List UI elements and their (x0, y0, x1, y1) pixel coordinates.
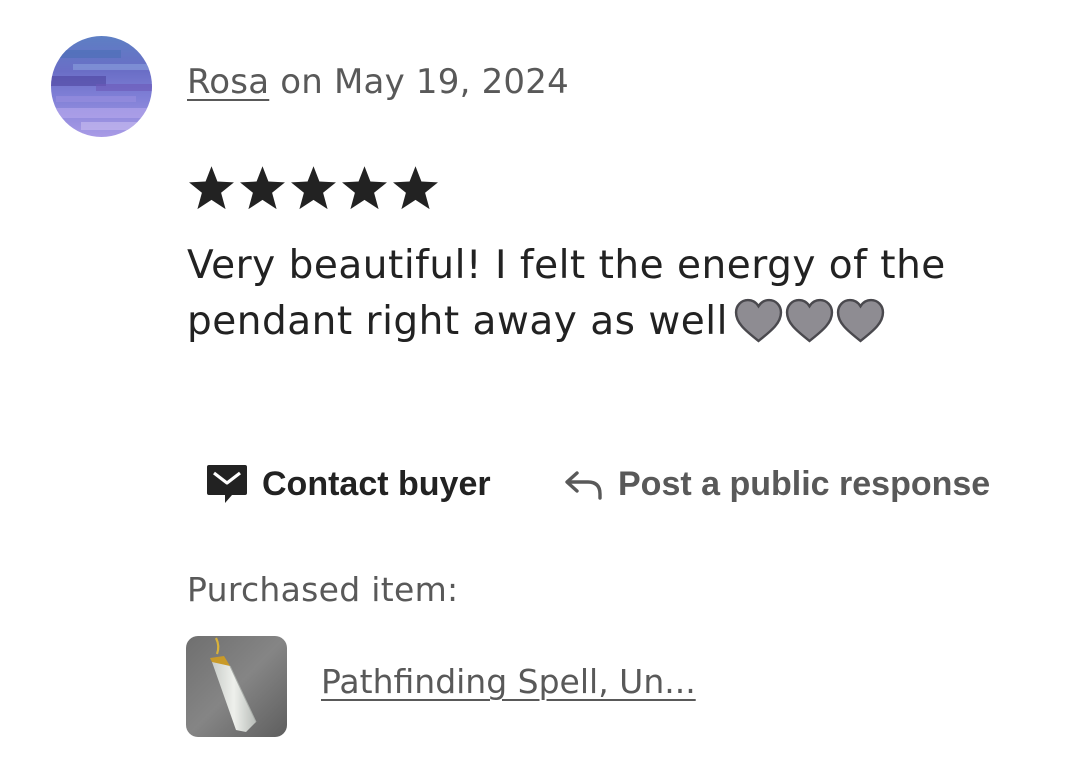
grey-heart-icon (734, 298, 783, 343)
star-icon (340, 165, 389, 212)
contact-buyer-label: Contact buyer (262, 464, 491, 503)
star-icon (187, 165, 236, 212)
star-rating (187, 165, 440, 212)
star-icon (238, 165, 287, 212)
reply-arrow-icon (564, 467, 604, 501)
post-public-response-button[interactable]: Post a public response (564, 460, 990, 508)
contact-buyer-button[interactable]: Contact buyer (206, 460, 491, 508)
review-card: Rosa on May 19, 2024 Very beautiful! I f… (0, 0, 1080, 775)
review-date: on May 19, 2024 (269, 62, 569, 102)
message-icon (206, 464, 248, 504)
reviewer-avatar[interactable] (51, 36, 152, 137)
purchased-item-label: Purchased item: (187, 570, 459, 609)
post-public-response-label: Post a public response (618, 464, 991, 503)
review-body: Very beautiful! I felt the energy of the… (187, 238, 1047, 350)
review-meta: Rosa on May 19, 2024 (187, 62, 569, 102)
heart-emoji-group (734, 298, 885, 343)
reviewer-name-link[interactable]: Rosa (187, 62, 269, 102)
star-icon (391, 165, 440, 212)
grey-heart-icon (836, 298, 885, 343)
purchased-item-thumbnail[interactable] (186, 636, 287, 737)
star-icon (289, 165, 338, 212)
grey-heart-icon (785, 298, 834, 343)
purchased-item-link[interactable]: Pathfinding Spell, Un... (321, 662, 696, 701)
